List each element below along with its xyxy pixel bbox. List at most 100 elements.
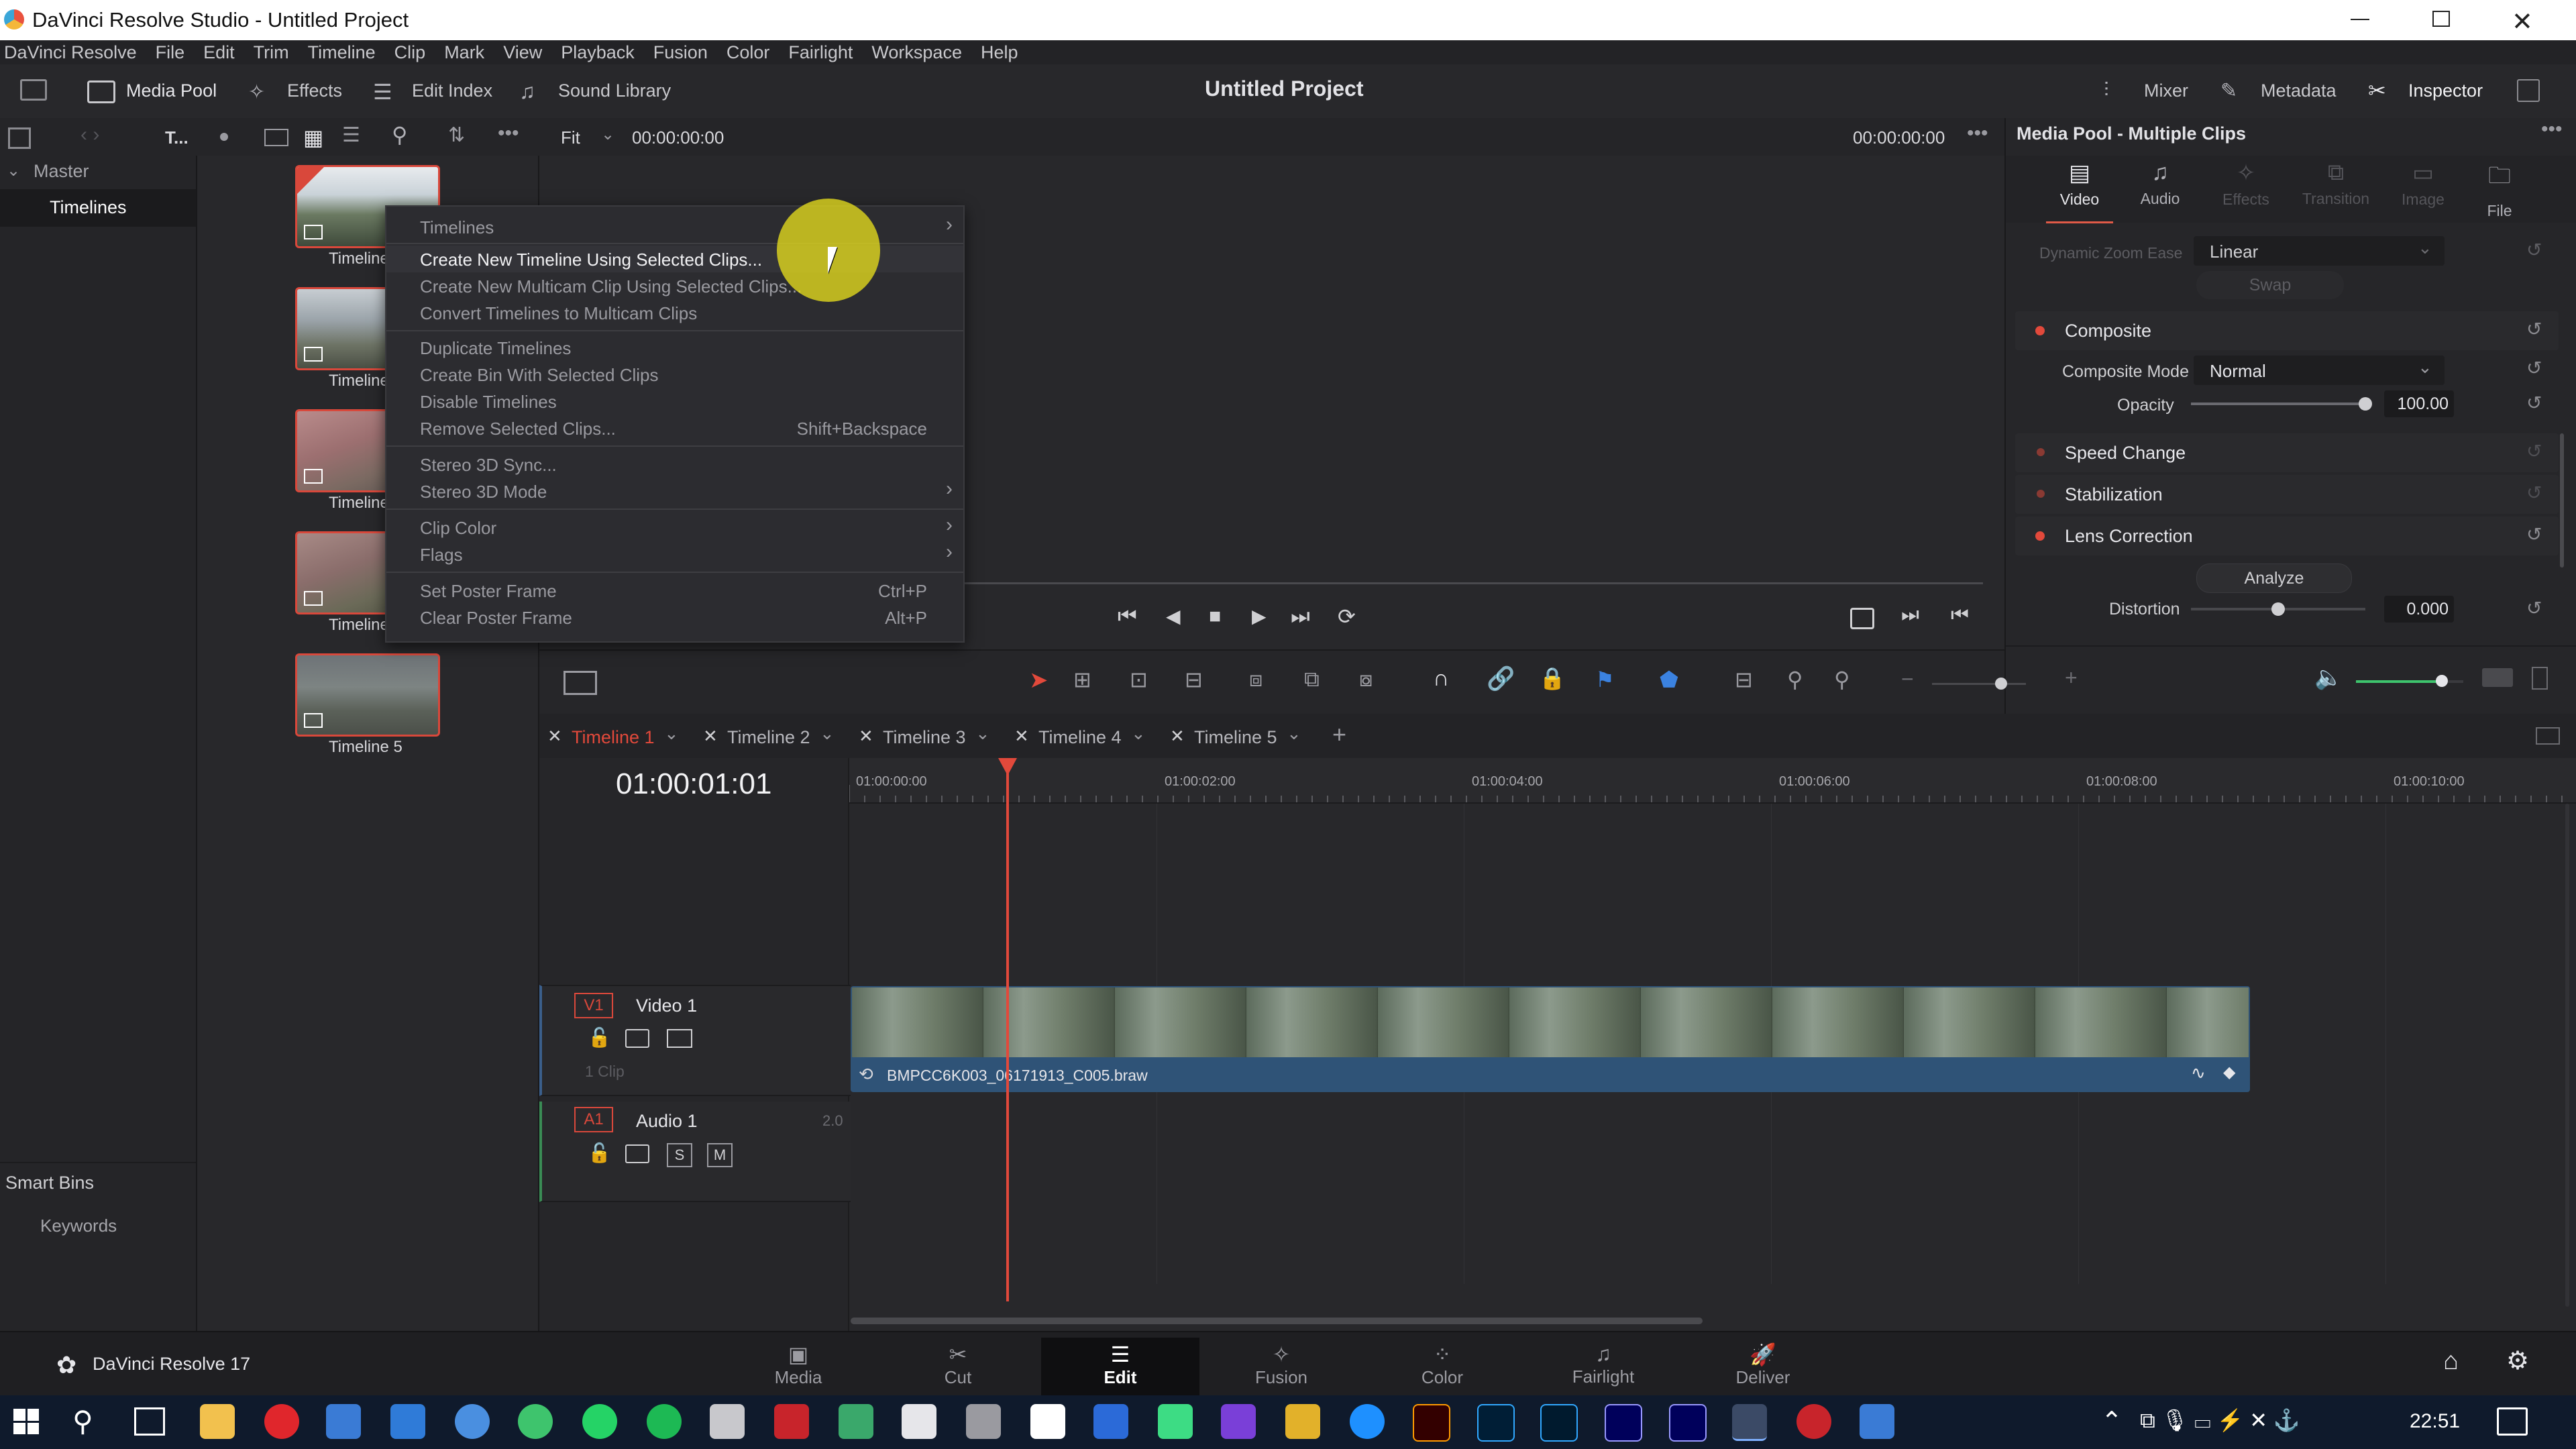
blade-tool-icon[interactable]: ⊟ xyxy=(1185,667,1203,692)
trim-tool-icon[interactable]: ⊞ xyxy=(1073,667,1091,692)
menu-item-flags[interactable]: Flags › xyxy=(386,541,963,568)
jump-to-end-icon[interactable]: ⏭ xyxy=(1291,604,1310,629)
photoshop-icon[interactable] xyxy=(1477,1404,1515,1442)
video-track-id[interactable]: V1 xyxy=(574,993,613,1018)
lock-track-icon[interactable]: 🔓 xyxy=(588,1026,611,1049)
menu-item-clip-color[interactable]: Clip Color › xyxy=(386,514,963,541)
viewer-scrubber[interactable] xyxy=(962,582,1983,584)
video-clip[interactable]: ⟲ BMPCC6K003_06171913_C005.braw ∿ ◆ xyxy=(851,986,2250,1092)
notion-icon[interactable] xyxy=(1030,1404,1065,1439)
menu-timeline[interactable]: Timeline xyxy=(299,40,385,64)
solo-button[interactable]: S xyxy=(667,1143,692,1167)
windows-start-icon[interactable] xyxy=(13,1409,39,1434)
app-icon[interactable] xyxy=(455,1404,490,1439)
nav-back-icon[interactable]: ‹ › xyxy=(80,123,99,146)
page-media[interactable]: ▣ Media xyxy=(724,1338,872,1395)
app-icon[interactable] xyxy=(1796,1404,1831,1439)
flag-icon[interactable]: ⚑ xyxy=(1595,667,1615,692)
keywords-bin[interactable]: Keywords xyxy=(40,1216,117,1236)
video-track-name[interactable]: Video 1 xyxy=(636,996,697,1016)
timeline-vertical-scrollbar[interactable] xyxy=(2565,804,2569,1307)
distortion-slider-handle[interactable] xyxy=(2271,602,2285,616)
menu-trim[interactable]: Trim xyxy=(244,40,299,64)
menu-color[interactable]: Color xyxy=(717,40,780,64)
app-icon[interactable] xyxy=(1221,1404,1256,1439)
selection-tool-icon[interactable]: ➤ xyxy=(1029,667,1049,694)
audio-track-id[interactable]: A1 xyxy=(574,1107,613,1132)
play-icon[interactable]: ▶ xyxy=(1252,605,1267,627)
video-track-header[interactable]: V1 Video 1 🔓 1 Clip xyxy=(539,985,851,1096)
reset-icon[interactable]: ↺ xyxy=(2526,440,2542,462)
collapse-icon[interactable] xyxy=(2517,79,2540,102)
tab-timeline-5[interactable]: ✕ Timeline 5 ⌄ xyxy=(1165,723,1312,751)
search-icon[interactable]: ⚲ xyxy=(72,1405,93,1438)
close-icon[interactable]: ✕ xyxy=(1170,726,1185,747)
reset-icon[interactable]: ↺ xyxy=(2526,357,2542,379)
inspector-button[interactable]: ✂ Inspector xyxy=(2368,74,2489,107)
mute-button[interactable]: M xyxy=(707,1143,733,1167)
file-explorer-icon[interactable] xyxy=(200,1404,235,1439)
zoom-full-icon[interactable]: ⊟ xyxy=(1735,667,1753,692)
menu-item-set-poster[interactable]: Set Poster Frame Ctrl+P xyxy=(386,577,963,604)
davinci-resolve-taskbar-icon[interactable] xyxy=(1732,1404,1767,1441)
lens-correction-enabled-dot[interactable] xyxy=(2035,531,2045,541)
stabilization-section[interactable]: Stabilization ↺ xyxy=(2015,475,2559,514)
media-encoder-icon[interactable] xyxy=(1605,1404,1642,1442)
audio-track-name[interactable]: Audio 1 xyxy=(636,1111,698,1132)
app-icon[interactable] xyxy=(518,1404,553,1439)
menu-item-convert-multicam[interactable]: Convert Timelines to Multicam Clips xyxy=(386,299,963,326)
master-bin[interactable]: ⌄ Master xyxy=(0,156,196,189)
viewer-options-icon[interactable]: ••• xyxy=(1967,122,1988,145)
inspector-options-icon[interactable]: ••• xyxy=(2541,118,2563,141)
distortion-slider[interactable] xyxy=(2191,602,2365,616)
page-edit[interactable]: ☰ Edit xyxy=(1041,1338,1199,1395)
notifications-icon[interactable] xyxy=(2497,1407,2528,1436)
app-icon[interactable] xyxy=(902,1404,936,1439)
opacity-slider[interactable] xyxy=(2191,397,2372,411)
timeline-scrollbar[interactable] xyxy=(851,1318,1703,1324)
meters-icon[interactable] xyxy=(2532,667,2548,690)
menu-item-disable[interactable]: Disable Timelines xyxy=(386,388,963,415)
opacity-slider-handle[interactable] xyxy=(2359,397,2372,411)
media-pool-button[interactable]: Media Pool xyxy=(85,74,225,107)
replace-clip-icon[interactable]: ⧇ xyxy=(1359,667,1373,692)
tab-timeline-2[interactable]: ✕ Timeline 2 ⌄ xyxy=(698,723,845,751)
menu-item-clear-poster[interactable]: Clear Poster Frame Alt+P xyxy=(386,604,963,631)
reset-icon[interactable]: ↺ xyxy=(2526,523,2542,545)
app-icon[interactable] xyxy=(326,1404,361,1439)
mixer-button[interactable]: ⫶ Mixer xyxy=(2104,74,2191,107)
match-frame-icon[interactable] xyxy=(1850,608,1874,629)
menu-item-stereo-sync[interactable]: Stereo 3D Sync... xyxy=(386,451,963,478)
menu-davinci-resolve[interactable]: DaVinci Resolve xyxy=(0,40,146,64)
tab-file[interactable]: 🗀 File xyxy=(2466,160,2533,221)
app-icon[interactable] xyxy=(1860,1404,1894,1439)
volume-icon[interactable]: 🔈 xyxy=(2314,664,2343,691)
previous-edit-icon[interactable]: ⏮ xyxy=(1951,604,1969,627)
menu-mark[interactable]: Mark xyxy=(435,40,494,64)
menu-clip[interactable]: Clip xyxy=(385,40,435,64)
disable-track-icon[interactable] xyxy=(667,1029,692,1048)
app-icon[interactable] xyxy=(1093,1404,1128,1439)
zoom-in-icon[interactable]: + xyxy=(2065,665,2078,690)
timeline-thumbnail[interactable] xyxy=(295,653,440,737)
menu-edit[interactable]: Edit xyxy=(194,40,244,64)
app-icon[interactable] xyxy=(1158,1404,1193,1439)
menu-fairlight[interactable]: Fairlight xyxy=(779,40,862,64)
tab-timeline-1[interactable]: ✕ Timeline 1 ⌄ xyxy=(542,723,690,751)
minimize-icon[interactable] xyxy=(2351,19,2369,20)
menu-help[interactable]: Help xyxy=(971,40,1028,64)
composite-enabled-dot[interactable] xyxy=(2035,326,2045,335)
tab-timeline-4[interactable]: ✕ Timeline 4 ⌄ xyxy=(1009,723,1157,751)
timeline-ruler[interactable]: 01:00:00:00 01:00:02:00 01:00:04:00 01:0… xyxy=(849,758,2576,804)
whatsapp-icon[interactable] xyxy=(582,1404,617,1439)
lock-track-icon[interactable]: 🔓 xyxy=(588,1142,611,1164)
play-reverse-icon[interactable]: ◀ xyxy=(1166,605,1181,627)
close-icon[interactable]: ✕ xyxy=(547,726,562,747)
sort-icon[interactable]: ⇅ xyxy=(448,123,465,147)
more-options-icon[interactable]: ••• xyxy=(498,122,519,145)
swap-button[interactable]: Swap xyxy=(2196,271,2344,299)
zoom-custom-icon[interactable]: ⚲ xyxy=(1834,667,1849,692)
page-fusion[interactable]: ✧ Fusion xyxy=(1208,1338,1355,1395)
analyze-button[interactable]: Analyze xyxy=(2196,564,2352,593)
link-icon[interactable]: 🔗 xyxy=(1487,665,1515,692)
